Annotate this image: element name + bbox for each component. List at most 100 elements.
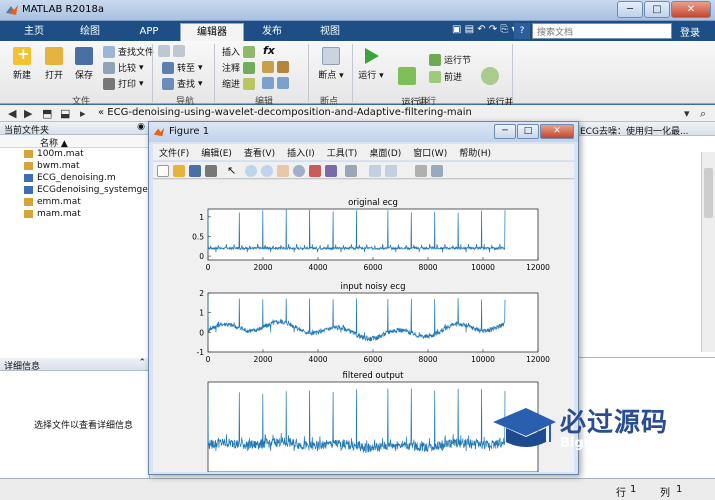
file-name: emm.mat (37, 197, 81, 207)
run-button[interactable]: 运行 ▾ (358, 47, 384, 81)
menu-file[interactable]: 文件(F) (153, 144, 195, 160)
figure-minimize-button[interactable]: ─ (494, 124, 516, 139)
file-list-item[interactable]: bwm.mat (0, 160, 149, 172)
find-files-button[interactable]: 查找文件 (103, 45, 154, 58)
edit-tools[interactable] (262, 61, 289, 73)
advance-button[interactable]: 前进 (429, 70, 462, 83)
goto-button[interactable]: 转至 ▾ (162, 61, 203, 74)
menu-tools[interactable]: 工具(T) (321, 144, 364, 160)
menu-edit[interactable]: 编辑(E) (195, 144, 238, 160)
x-tick-label: 12000 (526, 355, 550, 364)
save-button[interactable]: 保存 (70, 47, 98, 81)
tab-plots[interactable]: 绘图 (66, 23, 114, 41)
file-list: 100m.mat bwm.mat ECG_denoising.m ECGdenoisi… (0, 148, 149, 220)
new-figure-icon[interactable] (157, 165, 169, 177)
y-tick-label: -1 (197, 348, 205, 357)
file-list-item[interactable]: ECG_denoising.m (0, 172, 149, 184)
scroll-thumb[interactable] (704, 168, 713, 218)
menu-help[interactable]: 帮助(H) (453, 144, 497, 160)
nav-forward-icon (173, 45, 185, 57)
pointer-icon[interactable]: ↖ (227, 165, 239, 177)
tab-home[interactable]: 主页 (10, 23, 58, 41)
matlab-figure-icon (153, 127, 165, 137)
tab-view[interactable]: 视图 (306, 23, 354, 41)
path-dropdown-icon[interactable]: ▾ (684, 107, 690, 120)
open-button[interactable]: 打开 (40, 47, 68, 81)
link-plot-icon[interactable] (345, 165, 357, 177)
open-file-icon[interactable] (173, 165, 185, 177)
compare-icon (103, 61, 115, 74)
data-cursor-icon[interactable] (309, 165, 321, 177)
mat-file-icon (24, 150, 33, 158)
folder-open-icon (45, 47, 63, 65)
file-list-item[interactable]: mam.mat (0, 208, 149, 220)
new-button[interactable]: + 新建 (8, 45, 36, 81)
zoom-out-icon[interactable] (261, 165, 273, 177)
figure-maximize-button[interactable]: □ (517, 124, 539, 139)
file-list-item[interactable]: ECGdenoising_systemgen (0, 184, 149, 196)
breakpoints-button[interactable]: 断点 ▾ (314, 47, 348, 81)
find-button[interactable]: 查找 ▾ (162, 77, 203, 90)
print-button[interactable]: 打印 ▾ (103, 77, 144, 90)
file-name: bwm.mat (37, 161, 80, 171)
figure-close-button[interactable]: ✕ (540, 124, 574, 139)
quick-access-icons[interactable]: ▣ ▤ ↶ ↷ ⎘ ▾ (452, 24, 517, 35)
x-tick-label: 10000 (471, 355, 495, 364)
nav-arrows[interactable] (158, 45, 185, 57)
search-input[interactable]: 搜索文档 (532, 23, 672, 39)
tab-editor[interactable]: 编辑器 (180, 23, 244, 41)
maximize-button[interactable]: □ (644, 1, 670, 18)
current-path[interactable]: « ECG-denoising-using-wavelet-decomposit… (98, 107, 472, 118)
column-header-name[interactable]: 名称 ▲ (0, 135, 149, 149)
search-path-icon[interactable]: ⌕ (700, 107, 706, 121)
subplot-title: input noisy ecg (341, 282, 406, 292)
forward-arrow-icon[interactable]: ▶ (24, 107, 32, 120)
compare-button[interactable]: 比较 ▾ (103, 61, 144, 74)
x-tick-label: 4000 (308, 355, 327, 364)
close-button[interactable]: ✕ (671, 1, 711, 18)
mat-file-icon (24, 198, 33, 206)
file-list-item[interactable]: 100m.mat (0, 148, 149, 160)
percent-icon (262, 61, 274, 73)
help-icon[interactable]: ? (514, 23, 530, 39)
watermark-url: Biguo100.com (560, 436, 665, 451)
pan-icon[interactable] (277, 165, 289, 177)
subplot-1[interactable]: input noisy ecg0 2000 4000 6000 8000 10000 120… (197, 282, 551, 364)
editor-tab-header[interactable]: ECG去噪：使用归一化最... (577, 122, 715, 136)
zoom-in-icon[interactable] (245, 165, 257, 177)
details-toggle-icon[interactable]: ⌃ (138, 358, 146, 368)
file-list-item[interactable]: emm.mat (0, 196, 149, 208)
fx-button[interactable]: fx (263, 44, 275, 57)
menu-insert[interactable]: 插入(I) (281, 144, 321, 160)
comment-button[interactable]: 注释 (222, 61, 256, 74)
run-section-button[interactable]: 运行节 (429, 53, 471, 66)
back-arrow-icon[interactable]: ◀ (8, 107, 16, 120)
panel-menu-icon[interactable]: ◉ (137, 122, 145, 132)
login-link[interactable]: 登录 (680, 24, 700, 39)
minimize-button[interactable]: ─ (617, 1, 643, 18)
save-figure-icon[interactable] (189, 165, 201, 177)
indent-button[interactable]: 缩进 (222, 77, 256, 90)
details-hint: 选择文件以查看详细信息 (34, 421, 134, 431)
vertical-scrollbar[interactable] (701, 152, 715, 352)
insert-button[interactable]: 插入 (222, 45, 256, 58)
ribbon: + 新建 打开 保存 查找文件 比较 ▾ 打印 ▾ 文件 转至 ▾ 查找 ▾ 导… (0, 41, 715, 118)
rotate-icon[interactable] (293, 165, 305, 177)
axes-box (207, 292, 539, 353)
menu-desktop[interactable]: 桌面(D) (363, 144, 407, 160)
edit-tools-2[interactable] (262, 77, 289, 89)
subplot-0[interactable]: original ecg 0 2000 4000 6000 8000 10000 12000 0… (192, 198, 550, 272)
insert-legend-icon[interactable] (385, 165, 397, 177)
show-plot-tools-icon[interactable] (431, 165, 443, 177)
browse-folder-icon[interactable]: ⬓ (60, 107, 70, 120)
up-folder-icon[interactable]: ⬒ (42, 107, 52, 120)
menu-window[interactable]: 窗口(W) (407, 144, 453, 160)
insert-colorbar-icon[interactable] (369, 165, 381, 177)
menu-view[interactable]: 查看(V) (238, 144, 281, 160)
print-figure-icon[interactable] (205, 165, 217, 177)
brush-icon[interactable] (325, 165, 337, 177)
group-divider (152, 44, 153, 102)
tab-apps[interactable]: APP (122, 23, 176, 41)
tab-publish[interactable]: 发布 (248, 23, 296, 41)
hide-plot-tools-icon[interactable] (415, 165, 427, 177)
